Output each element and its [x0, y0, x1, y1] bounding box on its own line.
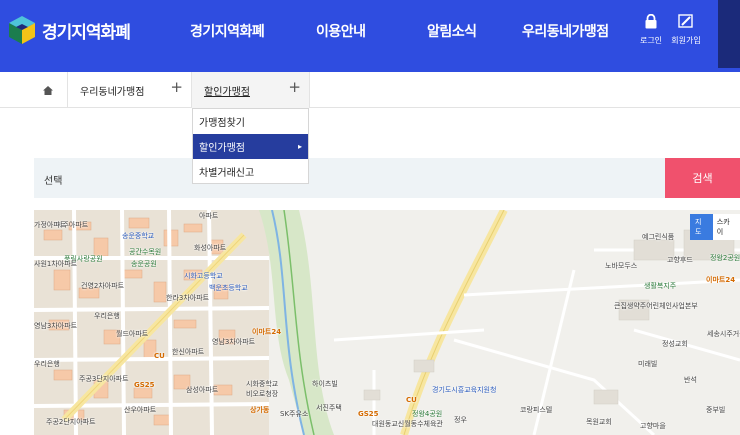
region-select[interactable]: 선택: [44, 172, 62, 187]
map-label: 목원교회: [586, 418, 612, 426]
breadcrumb-dropdown: 가맹점찾기 할인가맹점 ▸ 차별거래신고: [192, 108, 309, 184]
breadcrumb-home[interactable]: [35, 72, 61, 108]
site-logo[interactable]: 경기지역화폐: [6, 14, 131, 46]
plus-icon: +: [288, 78, 301, 96]
dropdown-item-label: 가맹점찾기: [199, 118, 245, 129]
map-type-map-button[interactable]: 지도: [690, 214, 713, 240]
dropdown-item-report[interactable]: 차별거래신고: [193, 159, 308, 184]
map-label: 이마트24: [706, 276, 736, 284]
breadcrumb-item-local-stores[interactable]: 우리동네가맹점 +: [67, 72, 191, 108]
breadcrumb-divider: [309, 72, 310, 108]
lock-icon: [645, 13, 657, 29]
logo-text: 경기지역화폐: [42, 22, 131, 43]
map-label: 영남3차아파트: [34, 322, 78, 330]
map-label: 예그린식품: [642, 233, 675, 241]
breadcrumb-label: 우리동네가맹점: [80, 87, 145, 98]
logo-cube-icon: [9, 16, 35, 44]
login-label: 로그인: [639, 36, 663, 45]
map-label: 정왕2공원: [710, 254, 740, 262]
map-view[interactable]: 미주아파트 가정아파트 아파트 송운중학교 공간수목원 풍림사랑공원 송운공원 …: [34, 210, 740, 435]
map-label: SK주유소: [280, 410, 309, 418]
map-label: 아파트: [199, 212, 219, 220]
map-type-sky-button[interactable]: 스카이: [712, 214, 740, 240]
map-label: 노바모두스: [605, 262, 638, 270]
map-type-toggle: 지도 스카이: [690, 214, 740, 240]
nav-news[interactable]: 알림소식: [427, 21, 477, 41]
map-label: 고향후드: [667, 256, 693, 264]
search-bar: 선택 검색: [34, 158, 740, 198]
map-label: 중부빌: [706, 406, 726, 414]
chevron-right-icon: ▸: [297, 142, 302, 151]
map-label: 주공2단지아파트: [46, 418, 96, 426]
map-label: 비오로청장: [246, 390, 279, 398]
map-label: 미래빌: [638, 360, 658, 368]
map-label: 송운공원: [131, 260, 157, 268]
map-label: 송운중학교: [122, 232, 155, 240]
map-label: GS25: [358, 410, 379, 418]
map-label: CU: [406, 396, 417, 404]
plus-icon: +: [170, 78, 183, 96]
map-label: 시화고등학교: [184, 272, 223, 280]
dropdown-item-label: 차별거래신고: [199, 168, 255, 179]
nav-usage-guide[interactable]: 이용안내: [316, 21, 366, 41]
map-label: 우리은행: [94, 312, 120, 320]
map-label: 월드아파트: [116, 330, 149, 338]
map-label: 백운초등학교: [209, 284, 248, 292]
map-label: 대원동교신월동수체육관: [372, 420, 443, 428]
breadcrumb: 우리동네가맹점 + 할인가맹점 +: [0, 72, 740, 108]
map-label: 반석: [684, 376, 697, 384]
map-label: 우리은행: [34, 360, 60, 368]
map-label: 화성아파트: [194, 244, 227, 252]
header-menu-edge[interactable]: [718, 0, 740, 68]
map-canvas: [34, 210, 740, 435]
login-button[interactable]: 로그인: [634, 13, 668, 46]
map-label: 한신아파트: [172, 348, 205, 356]
map-label: 하이츠빌: [312, 380, 338, 388]
site-header: 경기지역화폐 경기지역화폐 이용안내 알림소식 우리동네가맹점 로그인 회원가입: [0, 0, 740, 72]
map-label: 서진주택: [316, 404, 342, 412]
map-label: 고향마을: [640, 422, 666, 430]
map-label: 정성교회: [662, 340, 688, 348]
map-label: 시화중학교: [246, 380, 279, 388]
map-label: CU: [154, 352, 165, 360]
dropdown-item-label: 할인가맹점: [199, 143, 245, 154]
breadcrumb-item-discount-stores[interactable]: 할인가맹점 +: [191, 72, 309, 108]
pencil-icon: [678, 14, 693, 28]
breadcrumb-label: 할인가맹점: [204, 87, 250, 98]
map-label: 큰집생약주어린체인사업본부: [614, 302, 698, 310]
map-label: GS25: [134, 381, 155, 389]
map-label: 정우: [454, 416, 467, 424]
map-label: 생활복지주: [644, 282, 677, 290]
map-label: 주공3단지아파트: [79, 375, 129, 383]
join-label: 회원가입: [671, 36, 701, 45]
map-label: 코랑피스텔: [520, 406, 553, 414]
map-label: 세송시주거관: [707, 330, 740, 338]
map-label: 산우아파트: [124, 406, 157, 414]
dropdown-item-find-store[interactable]: 가맹점찾기: [193, 109, 308, 134]
search-button[interactable]: 검색: [665, 158, 740, 198]
map-label: 이마트24: [252, 328, 282, 336]
join-button[interactable]: 회원가입: [669, 14, 703, 46]
map-label: 삼성아파트: [186, 386, 219, 394]
map-label: 공간수목원: [129, 248, 162, 256]
map-label: 한라3차아파트: [166, 294, 210, 302]
home-icon: [43, 85, 53, 95]
map-label: 가정아파트: [34, 221, 67, 229]
nav-gyeonggi-currency[interactable]: 경기지역화폐: [190, 21, 265, 41]
map-label: 영남3차아파트: [212, 338, 256, 346]
map-label: 정왕4공원: [412, 410, 443, 418]
dropdown-item-discount-store[interactable]: 할인가맹점 ▸: [193, 134, 308, 159]
map-label: 경기도시흥교육지원청: [432, 386, 497, 394]
map-label: 사원1차아파트: [34, 260, 78, 268]
nav-local-stores[interactable]: 우리동네가맹점: [522, 21, 609, 41]
map-label: 건영2차아파트: [81, 282, 125, 290]
map-label: 상가동: [250, 406, 270, 414]
